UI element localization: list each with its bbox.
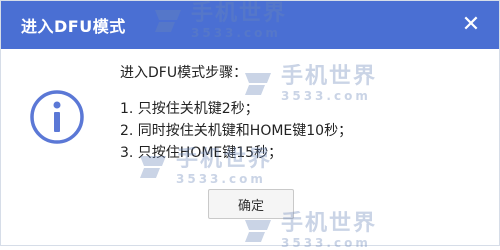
dialog-titlebar: 进入DFU模式 ✕ <box>1 1 499 49</box>
watermark-logo-icon <box>245 220 271 242</box>
info-icon <box>30 90 84 144</box>
step-1: 1. 只按住关机键2秒； <box>120 101 259 117</box>
dialog-title: 进入DFU模式 <box>21 17 126 36</box>
dialog-message: 进入DFU模式步骤： 1. 只按住关机键2秒； 2. 同时按住关机键和HOME键… <box>120 62 480 164</box>
step-2: 2. 同时按住关机键和HOME键10秒； <box>120 123 353 139</box>
watermark-name: 手机世界 <box>281 211 378 236</box>
close-icon: ✕ <box>461 12 481 37</box>
message-heading: 进入DFU模式步骤： <box>120 65 248 81</box>
ok-button[interactable]: 确定 <box>208 189 294 219</box>
watermark-site: 3533.com <box>176 172 266 186</box>
close-button[interactable]: ✕ <box>459 13 483 37</box>
watermark-site: 3533.com <box>281 236 371 250</box>
dfu-dialog: 进入DFU模式 ✕ 进入DFU模式步骤： 1. 只按住关机键2秒； 2. 同时按… <box>0 0 500 250</box>
step-3: 3. 只按住HOME键15秒； <box>120 145 283 161</box>
